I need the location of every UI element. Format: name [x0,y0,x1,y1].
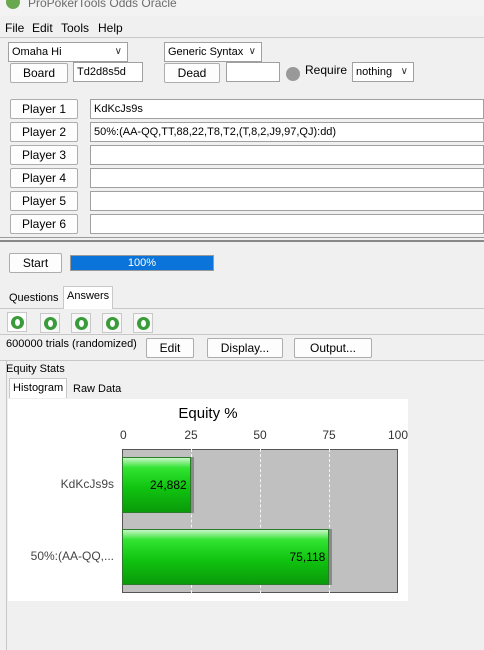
board-button[interactable]: Board [10,63,68,83]
require-select-value: nothing [356,66,393,78]
syntax-select[interactable]: Generic Syntax ∨ [164,42,262,62]
x-tick-label: 100 [388,428,409,442]
output-button[interactable]: Output... [294,338,372,358]
chevron-down-icon: ∨ [400,66,408,77]
player-1-input[interactable]: KdKcJs9s [90,99,484,119]
chart-side-panel [408,399,458,601]
board-input[interactable]: Td2d8s5d [73,62,143,82]
start-button[interactable]: Start [9,253,62,273]
menu-divider [0,37,484,38]
player-5-input[interactable] [90,191,484,211]
display-button[interactable]: Display... [207,338,283,358]
title-bar: ProPokerTools Odds Oracle [0,0,484,16]
splitter-handle[interactable] [0,240,484,242]
trials-text: 600000 trials (randomized) [6,338,137,350]
answer-tabs-baseline [0,334,484,335]
edit-button[interactable]: Edit [146,338,194,358]
bar-value-label: 75,118 [289,550,326,564]
menu-edit[interactable]: Edit [32,21,53,35]
player-6-button[interactable]: Player 6 [10,214,78,234]
answer-tab-3-icon[interactable] [71,313,91,333]
x-tick-label: 75 [322,428,336,442]
require-select[interactable]: nothing ∨ [352,62,414,82]
require-label: Require [305,63,348,77]
category-label: 50%:(AA-QQ,... [30,549,114,563]
tab-questions[interactable]: Questions [6,289,62,307]
equity-section-title: Equity Stats [6,363,65,375]
chevron-down-icon: ∨ [248,46,256,57]
answer-tab-4-icon[interactable] [102,313,122,333]
player-2-input[interactable]: 50%:(AA-QQ,TT,88,22,T8,T2,(T,8,2,J9,97,Q… [90,122,484,142]
x-tick-label: 25 [184,428,198,442]
menu-help[interactable]: Help [98,21,123,35]
player-3-input[interactable] [90,145,484,165]
equity-bar: 24,882 [122,457,191,513]
equity-chart-panel: Equity % 0 25 50 75 100 KdKcJs9s 24,882 50%:(AA… [8,399,458,601]
player-2-button[interactable]: Player 2 [10,122,78,142]
player-4-button[interactable]: Player 4 [10,168,78,188]
bar-value-label: 24,882 [149,478,187,492]
progress-bar: 100% [70,255,214,271]
tab-raw-data[interactable]: Raw Data [70,380,124,398]
player-4-input[interactable] [90,168,484,188]
toolbar-divider [0,360,484,361]
x-tick-label: 50 [253,428,267,442]
progress-text: 100% [127,257,157,269]
answer-tab-1-icon[interactable] [7,312,27,332]
category-label: KdKcJs9s [60,477,114,491]
answer-tab-5-icon[interactable] [133,313,153,333]
dead-input[interactable] [226,62,280,82]
player-3-button[interactable]: Player 3 [10,145,78,165]
require-toggle[interactable] [286,67,300,81]
menu-tools[interactable]: Tools [61,21,89,35]
player-1-button[interactable]: Player 1 [10,99,78,119]
app-logo-icon [6,0,20,9]
x-tick-label: 0 [120,428,127,442]
player-5-button[interactable]: Player 5 [10,191,78,211]
menu-bar: File Edit Tools Help [0,19,484,37]
splitter[interactable] [0,237,484,238]
game-select[interactable]: Omaha Hi ∨ [8,42,128,62]
tab-answers[interactable]: Answers [63,286,114,309]
window-title: ProPokerTools Odds Oracle [28,0,177,10]
answer-tab-2-icon[interactable] [40,313,60,333]
left-border [6,360,7,650]
syntax-select-value: Generic Syntax [168,46,244,58]
chevron-down-icon: ∨ [114,46,122,57]
player-6-input[interactable] [90,214,484,234]
chart-title: Equity % [178,405,238,422]
equity-bar: 75,118 [122,529,330,585]
game-select-value: Omaha Hi [12,46,62,58]
tab-histogram[interactable]: Histogram [9,378,68,398]
menu-file[interactable]: File [5,21,24,35]
dead-button[interactable]: Dead [164,63,220,83]
